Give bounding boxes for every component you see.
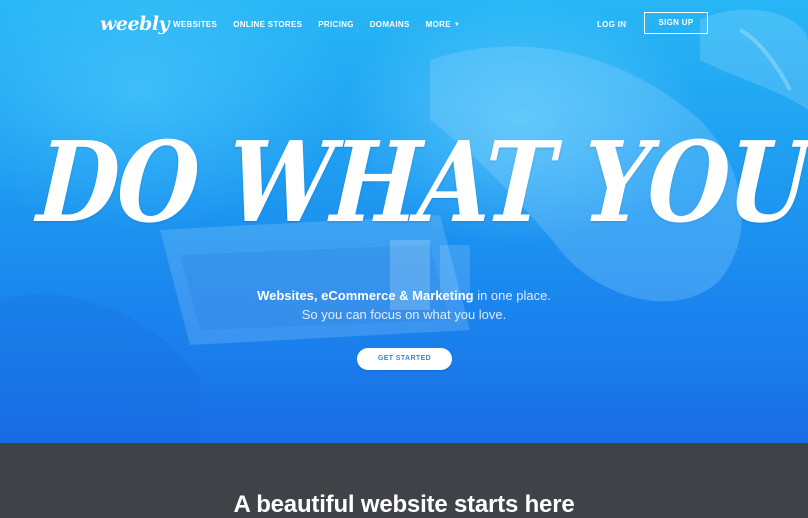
get-started-button[interactable]: GET STARTED [357, 348, 452, 370]
intro-section: A beautiful website starts here [0, 443, 808, 518]
login-link[interactable]: LOG IN [597, 20, 626, 29]
weebly-homepage: weebly WEBSITES ONLINE STORES PRICING DO… [0, 0, 808, 518]
nav-link-pricing[interactable]: PRICING [318, 20, 353, 29]
signup-button[interactable]: SIGN UP [644, 12, 708, 34]
nav-link-websites[interactable]: WEBSITES [173, 20, 217, 29]
hero-section: weebly WEBSITES ONLINE STORES PRICING DO… [0, 0, 808, 443]
top-navigation: weebly WEBSITES ONLINE STORES PRICING DO… [0, 0, 808, 48]
hero-headline: DO WHAT YOU LOVE [34, 118, 808, 248]
nav-links: WEBSITES ONLINE STORES PRICING DOMAINS M… [173, 20, 460, 29]
nav-link-domains[interactable]: DOMAINS [370, 20, 410, 29]
nav-link-more[interactable]: MORE ▼ [426, 20, 460, 29]
tagline-bold: Websites, eCommerce & Marketing [257, 288, 474, 303]
hero-bottom-fade [0, 360, 808, 443]
tagline-line2: So you can focus on what you love. [301, 307, 507, 322]
caret-down-icon: ▼ [453, 22, 461, 28]
tagline-rest: in one place. [473, 288, 551, 303]
nav-link-more-label: MORE [425, 20, 451, 29]
weebly-logo[interactable]: weebly [100, 13, 170, 35]
section-title: A beautiful website starts here [233, 491, 575, 518]
hero-headline-wrap: DO WHAT YOU LOVE [34, 118, 808, 268]
nav-link-online-stores[interactable]: ONLINE STORES [233, 20, 302, 29]
hero-tagline: Websites, eCommerce & Marketing in one p… [180, 286, 628, 324]
